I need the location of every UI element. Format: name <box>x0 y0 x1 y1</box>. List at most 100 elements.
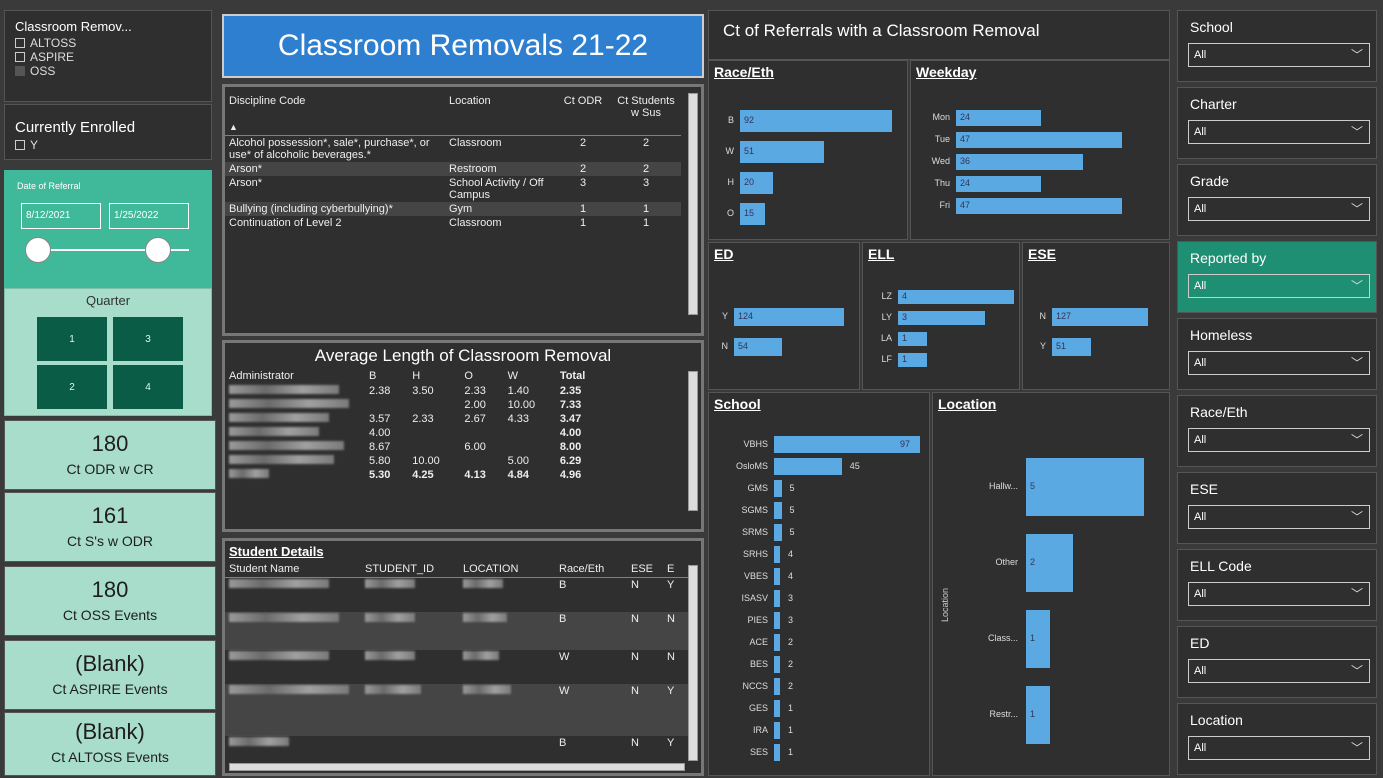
checkbox-icon[interactable] <box>15 38 25 48</box>
table-row[interactable]: 4.00 4.00 <box>225 426 605 440</box>
chart-bar[interactable] <box>774 656 780 673</box>
end-date-input[interactable]: 1/25/2022 <box>109 203 189 229</box>
checkbox-checked-icon[interactable] <box>15 66 25 76</box>
chart-bar[interactable] <box>956 198 1122 214</box>
chart-bar[interactable] <box>898 311 985 325</box>
checkbox-icon[interactable] <box>15 140 25 150</box>
option-oss[interactable]: OSS <box>15 64 211 78</box>
vertical-scrollbar[interactable] <box>688 565 698 761</box>
column-header[interactable]: E <box>663 561 691 578</box>
classroom-removal-filter: Classroom Remov... ALTOSS ASPIRE OSS <box>4 10 212 102</box>
option-altoss[interactable]: ALTOSS <box>15 36 211 50</box>
chart-bar[interactable] <box>956 132 1122 148</box>
chart-bar[interactable] <box>774 546 781 563</box>
table-row[interactable]: BNY <box>225 736 691 752</box>
chart-bar[interactable] <box>774 612 780 629</box>
slicer-homeless: Homeless All ﹀ <box>1177 318 1377 390</box>
chart-bar[interactable] <box>774 568 781 585</box>
table-row[interactable]: Arson* Restroom 2 2 <box>225 161 681 176</box>
table-row[interactable]: 2.00 10.00 7.33 <box>225 398 605 412</box>
chart-bar[interactable] <box>774 744 780 761</box>
table-row[interactable]: 5.80 10.00 5.00 6.29 <box>225 454 605 468</box>
option-aspire[interactable]: ASPIRE <box>15 50 211 64</box>
table-row[interactable]: BNY <box>225 578 691 612</box>
chart-bar[interactable] <box>774 458 842 475</box>
dropdown-value: All <box>1194 511 1207 523</box>
data-label: 97 <box>900 438 911 449</box>
chart-bar[interactable] <box>774 502 782 519</box>
vertical-scrollbar[interactable] <box>688 93 698 315</box>
slicer-dropdown[interactable]: All ﹀ <box>1188 659 1370 683</box>
chart-bar[interactable] <box>774 436 920 453</box>
column-header[interactable]: Ct ODR <box>555 87 611 121</box>
quarter-button-2[interactable]: 2 <box>37 365 107 409</box>
table-row[interactable]: 2.38 3.50 2.33 1.40 2.35 <box>225 384 605 398</box>
start-slider-handle[interactable] <box>25 237 51 263</box>
table-row[interactable]: Bullying (including cyberbullying)* Gym 1 1 <box>225 201 681 216</box>
table-row[interactable]: Arson* School Activity / Off Campus 3 3 <box>225 176 681 202</box>
data-label: 124 <box>738 311 754 321</box>
column-header[interactable]: Ct Students w Sus <box>611 87 681 121</box>
axis-tick-label: Y <box>721 311 728 321</box>
table-row[interactable]: Alcohol possession*, sale*, purchase*, o… <box>225 135 681 162</box>
data-label: 51 <box>744 146 755 156</box>
quarter-button-4[interactable]: 4 <box>113 365 183 409</box>
slicer-dropdown[interactable]: All ﹀ <box>1188 43 1370 67</box>
column-header[interactable]: ESE <box>627 561 663 578</box>
chart-bar[interactable] <box>1026 458 1144 516</box>
column-header[interactable]: Student Name <box>225 561 361 578</box>
chart-bar[interactable] <box>774 700 780 717</box>
chart-bar[interactable] <box>774 524 782 541</box>
column-header[interactable]: O <box>460 368 503 384</box>
end-slider-handle[interactable] <box>145 237 171 263</box>
quarter-button-1[interactable]: 1 <box>37 317 107 361</box>
chart-bar[interactable] <box>898 290 1014 304</box>
sort-arrow-icon[interactable]: ▲ <box>225 121 681 136</box>
column-header[interactable]: Discipline Code <box>225 87 445 121</box>
slicer-dropdown[interactable]: All ﹀ <box>1188 197 1370 221</box>
data-label: 2 <box>788 636 794 647</box>
table-row[interactable]: BNN <box>225 611 691 650</box>
slicer-dropdown[interactable]: All ﹀ <box>1188 505 1370 529</box>
slicer-race-eth: Race/Eth All ﹀ <box>1177 395 1377 467</box>
dropdown-value: All <box>1194 588 1207 600</box>
column-header[interactable]: Total <box>556 368 605 384</box>
chart-bar[interactable] <box>774 634 780 651</box>
axis-tick-label: LY <box>881 312 892 322</box>
column-header[interactable]: B <box>365 368 408 384</box>
axis-tick-label: PIES <box>747 614 768 625</box>
table-row[interactable]: 8.67 6.00 8.00 <box>225 440 605 454</box>
slicer-dropdown[interactable]: All ﹀ <box>1188 120 1370 144</box>
data-label: 1 <box>788 724 794 735</box>
slicer-dropdown[interactable]: All ﹀ <box>1188 582 1370 606</box>
chart-bar[interactable] <box>956 154 1084 170</box>
column-header[interactable]: LOCATION <box>459 561 555 578</box>
column-header[interactable]: Administrator <box>225 368 365 384</box>
slicer-dropdown[interactable]: All ﹀ <box>1188 274 1370 298</box>
slicer-dropdown[interactable]: All ﹀ <box>1188 736 1370 760</box>
column-header[interactable]: STUDENT_ID <box>361 561 459 578</box>
horizontal-scrollbar[interactable] <box>229 763 685 771</box>
data-label: 51 <box>1056 341 1067 351</box>
chart-bar[interactable] <box>774 678 780 695</box>
chart-bar[interactable] <box>740 110 892 132</box>
column-header[interactable]: Race/Eth <box>555 561 627 578</box>
start-date-input[interactable]: 8/12/2021 <box>21 203 101 229</box>
chart-bar[interactable] <box>774 590 780 607</box>
table-row[interactable]: Continuation of Level 2 Classroom 1 1 <box>225 216 681 230</box>
checkbox-icon[interactable] <box>15 52 25 62</box>
chart-bar[interactable] <box>774 722 780 739</box>
option-y[interactable]: Y <box>15 138 211 152</box>
column-header[interactable]: W <box>504 368 556 384</box>
vertical-scrollbar[interactable] <box>688 371 698 511</box>
slicer-dropdown[interactable]: All ﹀ <box>1188 351 1370 375</box>
column-header[interactable]: H <box>408 368 460 384</box>
table-row[interactable]: WNY <box>225 683 691 736</box>
table-row-total[interactable]: 5.30 4.25 4.13 4.84 4.96 <box>225 468 605 482</box>
column-header[interactable]: Location <box>445 87 555 121</box>
quarter-button-3[interactable]: 3 <box>113 317 183 361</box>
table-row[interactable]: 3.57 2.33 2.67 4.33 3.47 <box>225 412 605 426</box>
slicer-dropdown[interactable]: All ﹀ <box>1188 428 1370 452</box>
chart-bar[interactable] <box>774 480 782 497</box>
table-row[interactable]: WNN <box>225 650 691 684</box>
